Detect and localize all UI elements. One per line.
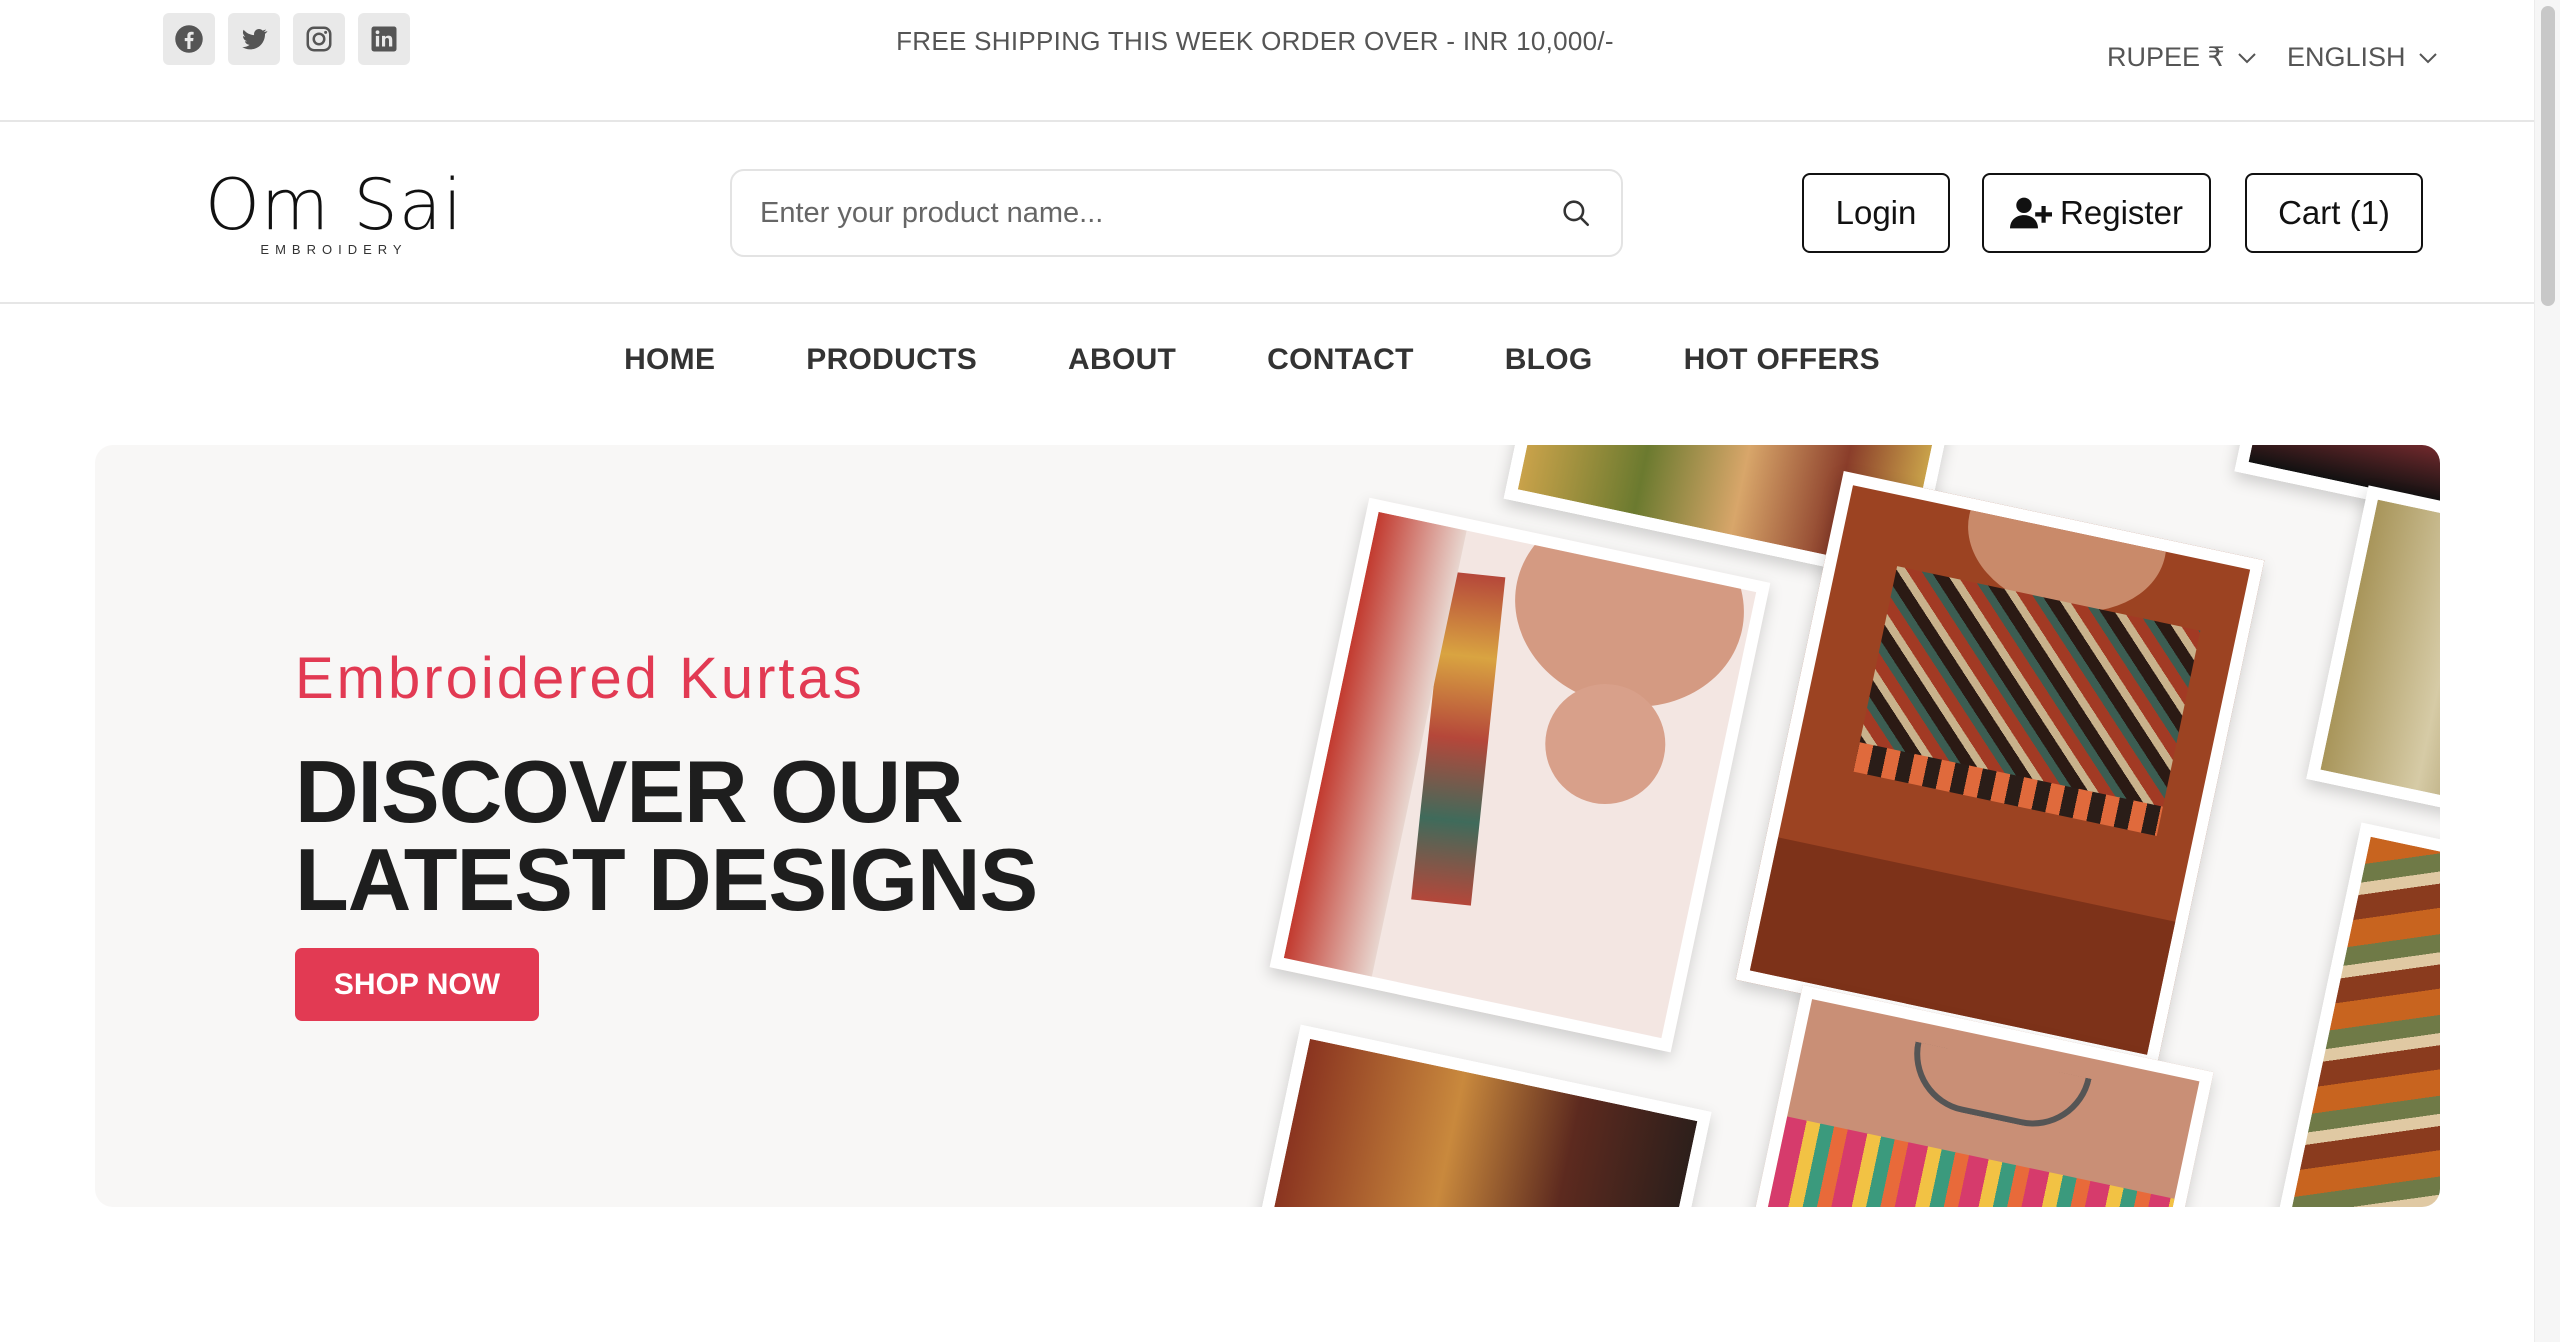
shop-now-button[interactable]: SHOP NOW	[295, 948, 539, 1021]
search-icon[interactable]	[1559, 196, 1593, 230]
login-label: Login	[1835, 194, 1917, 231]
currency-label: RUPEE ₹	[2107, 42, 2225, 72]
chevron-down-icon	[2237, 52, 2256, 63]
cart-label: Cart (1)	[2278, 194, 2390, 231]
hero-text: Embroidered Kurtas DISCOVER OUR LATEST D…	[295, 645, 1038, 1021]
chevron-down-icon	[2418, 52, 2437, 63]
language-selector[interactable]: ENGLISH	[2287, 42, 2438, 73]
nav-hot-offers[interactable]: HOT OFFERS	[1684, 343, 1880, 377]
login-button[interactable]: Login	[1802, 173, 1950, 253]
hero-subtitle: Embroidered Kurtas	[295, 646, 865, 711]
product-photo	[1238, 1024, 1712, 1207]
search-bar	[730, 169, 1623, 257]
nav-contact[interactable]: CONTACT	[1267, 343, 1414, 377]
register-button[interactable]: Register	[1982, 173, 2211, 253]
nav-about[interactable]: ABOUT	[1068, 343, 1176, 377]
hero-title-line-2: LATEST DESIGNS	[295, 830, 1038, 929]
product-photo	[2274, 822, 2440, 1207]
register-label: Register	[2060, 194, 2183, 231]
currency-selector[interactable]: RUPEE ₹	[2107, 42, 2257, 73]
product-photo-collage	[1225, 445, 2440, 1207]
site-header: Om Sai EMBROIDERY Login Register Cart (1…	[0, 122, 2534, 304]
nav-blog[interactable]: BLOG	[1505, 343, 1593, 377]
page-scrollbar[interactable]	[2534, 0, 2560, 1342]
main-nav: HOME PRODUCTS ABOUT CONTACT BLOG HOT OFF…	[0, 305, 2534, 415]
scrollbar-thumb[interactable]	[2541, 6, 2555, 306]
product-photo	[1269, 497, 1771, 1053]
user-plus-icon	[2010, 197, 2053, 229]
top-bar: FREE SHIPPING THIS WEEK ORDER OVER - INR…	[0, 0, 2534, 122]
search-input[interactable]	[760, 196, 1559, 230]
nav-home[interactable]: HOME	[624, 343, 715, 377]
nav-products[interactable]: PRODUCTS	[806, 343, 977, 377]
product-photo	[2306, 485, 2440, 825]
logo[interactable]: Om Sai EMBROIDERY	[204, 170, 464, 257]
language-label: ENGLISH	[2287, 42, 2406, 72]
hero-title: DISCOVER OUR LATEST DESIGNS	[295, 742, 1038, 929]
hero-title-line-1: DISCOVER OUR	[295, 742, 964, 841]
cart-button[interactable]: Cart (1)	[2245, 173, 2423, 253]
hero-banner: Embroidered Kurtas DISCOVER OUR LATEST D…	[95, 445, 2440, 1207]
logo-name: Om Sai	[204, 164, 464, 246]
